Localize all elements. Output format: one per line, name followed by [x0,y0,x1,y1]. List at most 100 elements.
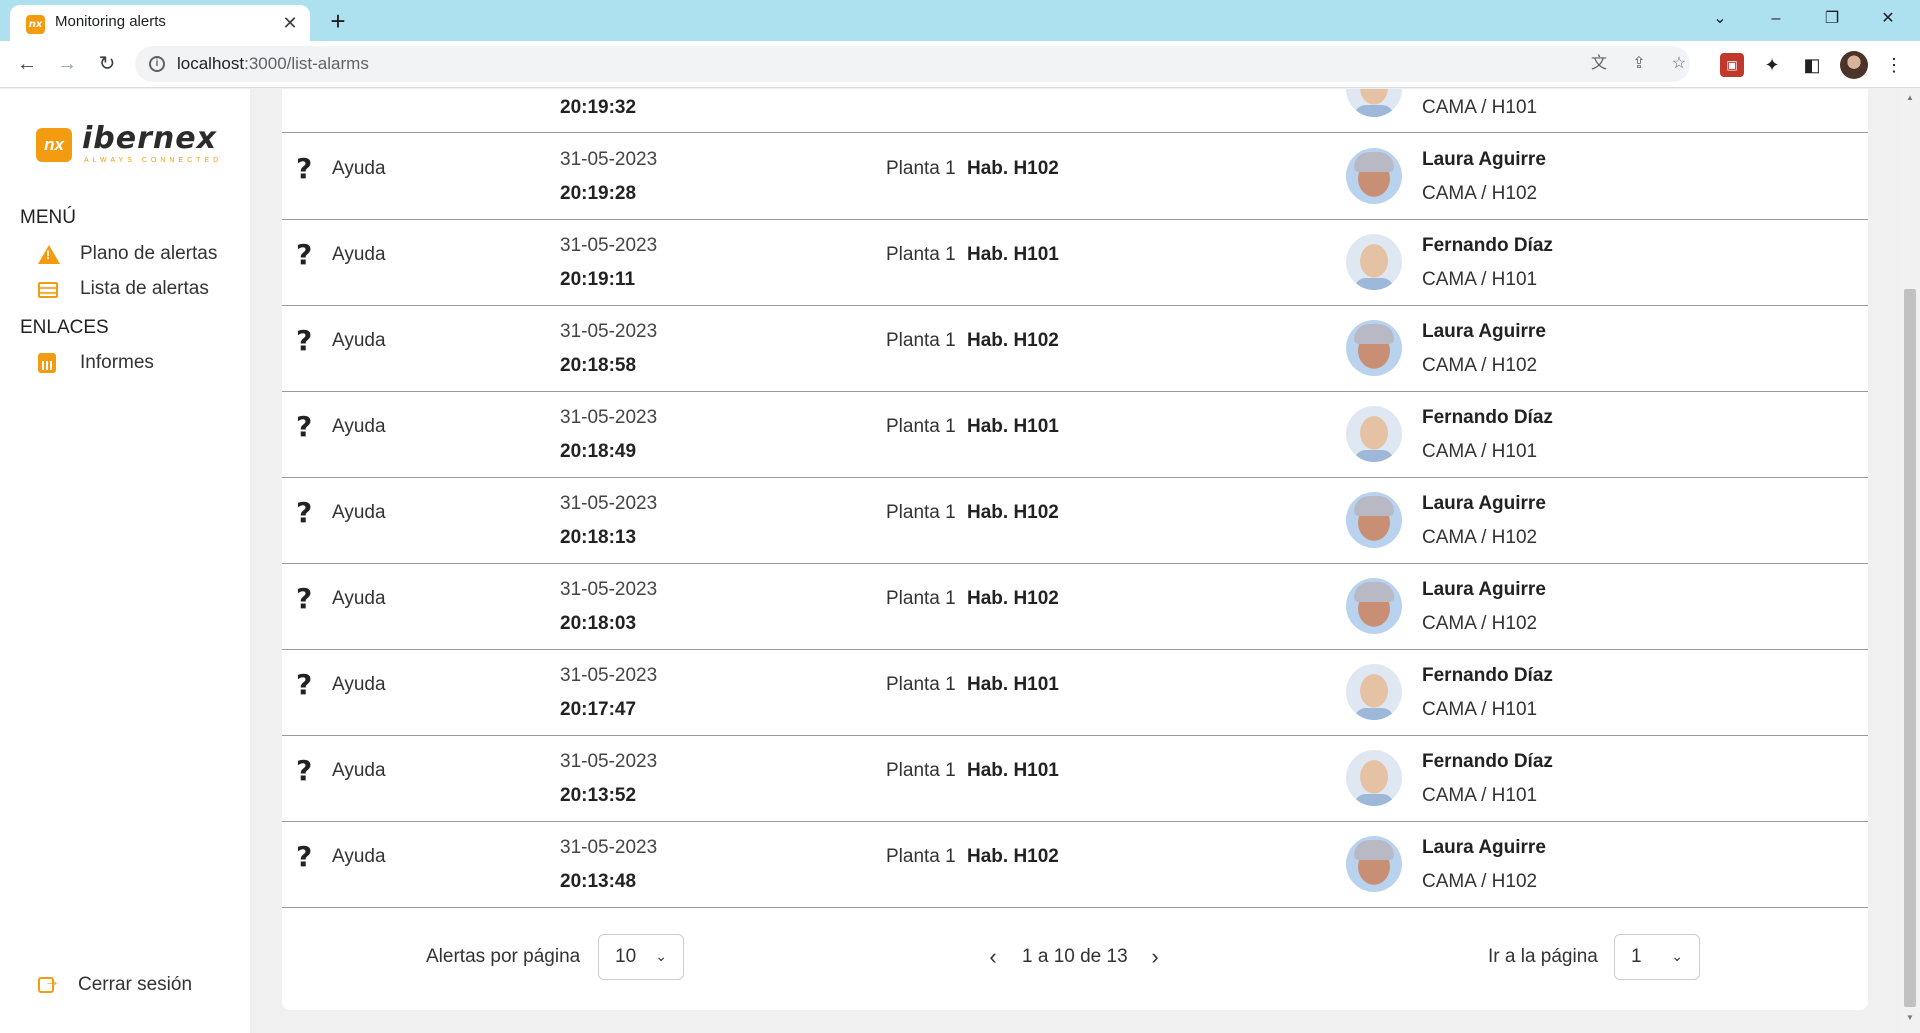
alert-time: 20:18:49 [560,441,637,462]
patient-avatar [1346,234,1402,290]
translate-icon[interactable]: 文 [1588,53,1610,75]
help-question-icon: ? [296,754,313,787]
table-row[interactable]: ? Ayuda 31-05-2023 20:19:11 Planta 1 Hab. H10… [282,220,1868,306]
tab-search-chevron-icon[interactable]: ⌄ [1692,0,1748,41]
previous-page-button[interactable]: ‹ [982,934,1004,980]
forward-arrow-icon[interactable]: → [52,49,82,79]
page-scrollbar[interactable]: ▲ ▼ [1900,89,1920,1033]
alert-floor: Planta 1 [886,158,956,179]
patient-avatar [1346,148,1402,204]
patient-bed: CAMA / H102 [1422,355,1538,376]
alert-floor: Planta 1 [886,330,956,351]
alert-floor: Planta 1 [886,244,956,265]
patient-bed: CAMA / H101 [1422,699,1538,720]
goto-page-label: Ir a la página [1488,946,1598,967]
help-question-icon: ? [296,238,313,271]
goto-page-select[interactable]: 1 ⌄ [1614,934,1700,980]
address-bar[interactable]: i localhost:3000/list-alarms 文 ⇪ ☆ [135,46,1690,82]
site-info-icon[interactable]: i [149,56,165,72]
side-panel-icon[interactable]: ◧ [1800,53,1824,77]
sidebar: nx ibernex ALWAYS CONNECTED MENÚ Plano d… [0,89,250,1033]
alert-type: Ayuda [332,416,386,437]
table-row[interactable]: ? Ayuda 31-05-2023 20:18:49 Planta 1 Hab. H10… [282,392,1868,478]
scroll-down-arrow-icon[interactable]: ▼ [1904,1013,1916,1025]
warning-icon [38,244,60,264]
logout-button[interactable]: Cerrar sesión [38,970,238,1000]
logo-mark-icon: nx [36,128,72,162]
next-page-button[interactable]: › [1144,934,1166,980]
chevron-down-icon: ⌄ [1671,948,1683,964]
help-question-icon: ? [296,582,313,615]
table-row[interactable]: ? Ayuda 31-05-2023 20:19:28 Planta 1 Hab. H10… [282,134,1868,220]
sidebar-item-lista-alertas[interactable]: Lista de alertas [38,274,238,304]
alert-room: Hab. H102 [967,588,1059,609]
help-question-icon: ? [296,840,313,873]
per-page-label: Alertas por página [426,946,581,967]
alerts-card: 20:19:32 CAMA / H101 ? Ayuda 31-05-2023 20:… [282,89,1868,1010]
table-row[interactable]: ? Ayuda 31-05-2023 20:18:58 Planta 1 Hab. H10… [282,306,1868,392]
alert-time: 20:17:47 [560,699,637,720]
alert-floor: Planta 1 [886,846,956,867]
page-range-text: 1 a 10 de 13 [1022,946,1128,967]
scroll-up-arrow-icon[interactable]: ▲ [1904,93,1916,105]
reload-icon[interactable]: ↻ [92,49,122,79]
share-icon[interactable]: ⇪ [1628,53,1650,75]
alert-date: 31-05-2023 [560,407,658,428]
patient-name: Fernando Díaz [1422,235,1553,256]
alert-floor: Planta 1 [886,588,956,609]
table-row[interactable]: ? Ayuda 31-05-2023 20:18:03 Planta 1 Hab. H10… [282,564,1868,650]
table-row[interactable]: ? Ayuda 31-05-2023 20:13:48 Planta 1 Hab. H10… [282,822,1868,908]
alert-time: 20:19:11 [560,269,636,290]
patient-name: Fernando Díaz [1422,751,1553,772]
alert-date: 31-05-2023 [560,751,658,772]
browser-tab[interactable]: nx Monitoring alerts ✕ [10,5,310,41]
table-row[interactable]: ? Ayuda 31-05-2023 20:13:52 Planta 1 Hab. H10… [282,736,1868,822]
patient-bed: CAMA / H101 [1422,441,1538,462]
close-window-button[interactable]: ✕ [1860,0,1916,41]
tab-title: Monitoring alerts [55,13,166,30]
alert-time: 20:13:52 [560,785,637,806]
alert-type: Ayuda [332,330,386,351]
browser-menu-icon[interactable]: ⋮ [1882,53,1906,77]
restore-button[interactable]: ❐ [1804,0,1860,41]
help-question-icon: ? [296,324,313,357]
alert-type: Ayuda [332,760,386,781]
table-row[interactable]: ? Ayuda 31-05-2023 20:18:13 Planta 1 Hab. H10… [282,478,1868,564]
bookmark-star-icon[interactable]: ☆ [1668,53,1690,75]
sidebar-item-plano-alertas[interactable]: Plano de alertas [38,239,238,269]
alert-type: Ayuda [332,846,386,867]
patient-bed: CAMA / H101 [1422,785,1538,806]
alert-room: Hab. H101 [967,674,1059,695]
extension-icon[interactable]: ▣ [1720,53,1744,77]
list-icon [38,282,58,298]
scrollbar-thumb[interactable] [1904,289,1916,1007]
patient-avatar [1346,406,1402,462]
patient-bed: CAMA / H102 [1422,613,1538,634]
back-arrow-icon[interactable]: ← [12,49,42,79]
alert-date: 31-05-2023 [560,837,658,858]
browser-tab-strip: nx Monitoring alerts ✕ + ⌄ – ❐ ✕ [0,0,1920,41]
profile-avatar[interactable] [1840,51,1868,79]
extensions-puzzle-icon[interactable]: ✦ [1760,53,1784,77]
alert-date: 31-05-2023 [560,493,658,514]
per-page-select[interactable]: 10 ⌄ [598,934,684,980]
url-text[interactable]: localhost:3000/list-alarms [177,46,369,82]
patient-avatar [1346,89,1402,117]
close-tab-icon[interactable]: ✕ [280,13,300,33]
minimize-button[interactable]: – [1748,0,1804,41]
alert-time: 20:18:13 [560,527,637,548]
alert-room: Hab. H101 [967,416,1059,437]
alert-time: 20:13:48 [560,871,637,892]
sidebar-item-informes[interactable]: Informes [38,348,238,378]
table-row[interactable]: ? Ayuda 31-05-2023 20:17:47 Planta 1 Hab. H10… [282,650,1868,736]
patient-bed: CAMA / H102 [1422,527,1538,548]
report-icon [38,353,56,373]
new-tab-button[interactable]: + [323,6,353,36]
alert-time: 20:19:28 [560,183,637,204]
alert-type: Ayuda [332,502,386,523]
help-question-icon: ? [296,496,313,529]
patient-bed: CAMA / H102 [1422,183,1538,204]
logo-wordmark: ibernex [82,121,217,156]
alert-floor: Planta 1 [886,416,956,437]
links-heading: ENLACES [20,317,109,338]
